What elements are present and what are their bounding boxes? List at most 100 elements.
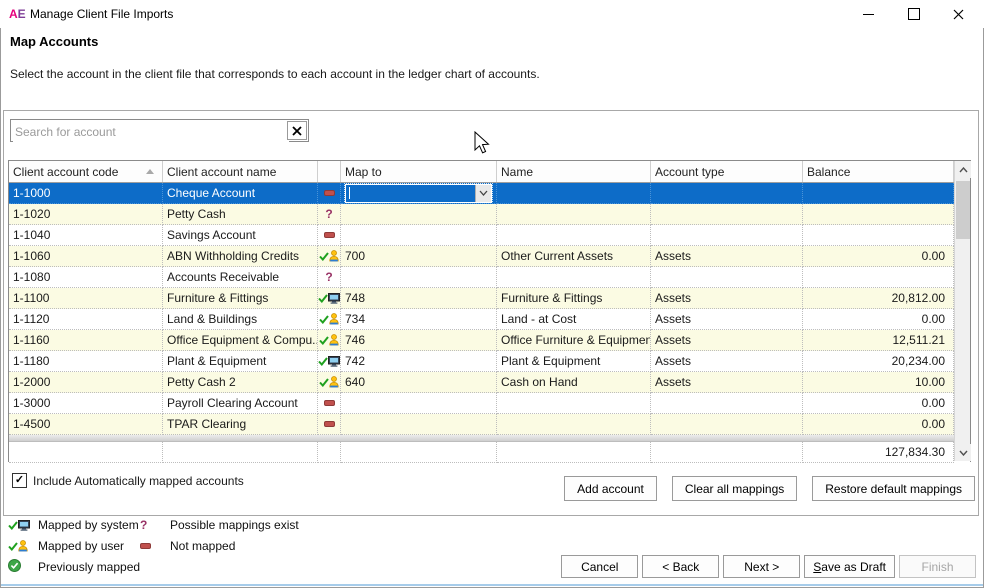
- cell-map-name: Office Furniture & Equipment: [497, 330, 651, 351]
- add-account-button[interactable]: Add account: [564, 476, 657, 501]
- legend-item: Previously mapped: [8, 559, 140, 575]
- cell-name: ABN Withholding Credits: [163, 246, 318, 267]
- column-header[interactable]: Client account name: [163, 161, 318, 182]
- minimize-button[interactable]: [852, 2, 884, 26]
- table-row[interactable]: 1-1040Savings Account: [9, 225, 970, 246]
- cell-map-name: [497, 225, 651, 246]
- page-title: Map Accounts: [10, 34, 98, 49]
- cell-map-to: [341, 225, 497, 246]
- legend-item: Mapped by user: [8, 538, 124, 554]
- cell-map-name: [497, 183, 651, 204]
- table-row[interactable]: 1-1000Cheque Account: [9, 183, 970, 204]
- column-header[interactable]: Name: [497, 161, 651, 182]
- cell-name: Land & Buildings: [163, 309, 318, 330]
- clear-search-button[interactable]: [287, 121, 307, 140]
- sort-ascending-icon: [146, 169, 154, 174]
- table-row[interactable]: 1-1180Plant & Equipment742Plant & Equipm…: [9, 351, 970, 372]
- possible-mapping-icon: ?: [140, 518, 147, 532]
- table-row[interactable]: 1-1100Furniture & Fittings748Furniture &…: [9, 288, 970, 309]
- cell-map-to: 640: [341, 372, 497, 393]
- cell-status: [318, 288, 341, 309]
- table-row[interactable]: 1-2000Petty Cash 2640Cash on HandAssets1…: [9, 372, 970, 393]
- not-mapped-icon: [324, 232, 335, 238]
- cell-map-name: [497, 393, 651, 414]
- total-cell: [341, 442, 497, 463]
- combobox-dropdown-button[interactable]: [475, 185, 491, 202]
- total-cell: [651, 442, 803, 463]
- finish-button: Finish: [899, 555, 976, 578]
- clear-all-mappings-button[interactable]: Clear all mappings: [672, 476, 797, 501]
- table-row[interactable]: 1-1060ABN Withholding Credits700Other Cu…: [9, 246, 970, 267]
- cell-name: Petty Cash: [163, 204, 318, 225]
- save-as-draft-button[interactable]: Save as Draft: [804, 555, 895, 578]
- page-description: Select the account in the client file th…: [10, 67, 540, 81]
- next-button[interactable]: Next >: [723, 555, 800, 578]
- table-row[interactable]: 1-1160Office Equipment & Compu...746Offi…: [9, 330, 970, 351]
- restore-default-mappings-button[interactable]: Restore default mappings: [812, 476, 975, 501]
- legend-label: Not mapped: [170, 539, 235, 553]
- cell-status: [318, 225, 341, 246]
- possible-mapping-icon: ?: [325, 207, 332, 221]
- cell-status: [318, 183, 341, 204]
- search-input[interactable]: [13, 121, 289, 142]
- cell-map-to: [341, 393, 497, 414]
- cell-map-to: 742: [341, 351, 497, 372]
- table-row[interactable]: 1-1120Land & Buildings734Land - at CostA…: [9, 309, 970, 330]
- table-row[interactable]: 1-4500TPAR Clearing0.00: [9, 414, 970, 435]
- scroll-up-button[interactable]: [955, 161, 971, 178]
- table-row[interactable]: 1-1080Accounts Receivable?: [9, 267, 970, 288]
- mapped-by-user-icon: [319, 376, 339, 388]
- cell-status: [318, 246, 341, 267]
- cell-code: 1-1060: [9, 246, 163, 267]
- include-auto-mapped-checkbox[interactable]: ✓: [12, 473, 27, 488]
- cell-map-to: [341, 414, 497, 435]
- window-title: Manage Client File Imports: [30, 7, 173, 21]
- cell-status: [318, 309, 341, 330]
- cell-account-type: [651, 393, 803, 414]
- cell-code: 1-4500: [9, 414, 163, 435]
- mapped-by-user-icon: [8, 540, 28, 552]
- cell-map-name: [497, 414, 651, 435]
- cell-account-type: [651, 183, 803, 204]
- cell-code: 1-1020: [9, 204, 163, 225]
- column-header[interactable]: Account type: [651, 161, 803, 182]
- column-header[interactable]: Map to: [341, 161, 497, 182]
- include-auto-mapped-label: Include Automatically mapped accounts: [33, 474, 244, 488]
- legend-item: Not mapped: [140, 538, 235, 554]
- cell-balance: 0.00: [803, 246, 954, 267]
- table-row[interactable]: 1-3000Payroll Clearing Account0.00: [9, 393, 970, 414]
- legend-label: Possible mappings exist: [170, 518, 299, 532]
- vertical-scrollbar[interactable]: [954, 161, 970, 461]
- cell-status: [318, 330, 341, 351]
- map-to-combobox[interactable]: [345, 184, 492, 203]
- include-auto-mapped-option[interactable]: ✓ Include Automatically mapped accounts: [12, 473, 244, 488]
- cell-map-to: 700: [341, 246, 497, 267]
- column-header[interactable]: Client account code: [9, 161, 163, 182]
- table-row[interactable]: 1-1020Petty Cash?: [9, 204, 970, 225]
- cell-map-to: 748: [341, 288, 497, 309]
- cell-code: 1-1160: [9, 330, 163, 351]
- scrollbar-thumb[interactable]: [956, 181, 970, 239]
- column-header[interactable]: Balance: [803, 161, 954, 182]
- cell-map-to: [341, 183, 497, 204]
- cell-status: [318, 414, 341, 435]
- cell-name: TPAR Clearing: [163, 414, 318, 435]
- close-icon: [953, 9, 964, 20]
- search-box: [10, 119, 309, 142]
- grid-action-buttons: Add account Clear all mappings Restore def…: [564, 476, 975, 501]
- back-button[interactable]: < Back: [642, 555, 719, 578]
- cell-status: [318, 372, 341, 393]
- close-button[interactable]: [942, 2, 974, 26]
- cell-account-type: Assets: [651, 288, 803, 309]
- cell-balance: 0.00: [803, 309, 954, 330]
- scroll-down-button[interactable]: [955, 444, 971, 461]
- cancel-button[interactable]: Cancel: [561, 555, 638, 578]
- cell-balance: 10.00: [803, 372, 954, 393]
- total-cell: [497, 442, 651, 463]
- column-header[interactable]: [318, 161, 341, 182]
- cell-map-name: Land - at Cost: [497, 309, 651, 330]
- scroll-down-icon: [959, 450, 968, 456]
- cell-code: 1-1120: [9, 309, 163, 330]
- cell-balance: [803, 225, 954, 246]
- maximize-button[interactable]: [898, 2, 930, 26]
